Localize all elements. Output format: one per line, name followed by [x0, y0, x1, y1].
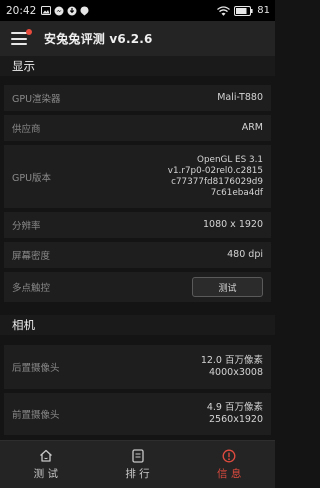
app-title: 安兔兔评测 v6.2.6 [44, 32, 153, 46]
status-time: 20:42 [6, 4, 37, 17]
bottom-nav: 测 试 排 行 信 息 [0, 440, 275, 488]
row-gpu-renderer: GPU渲染器 Mali-T880 [4, 85, 271, 111]
device-info-list[interactable]: 显示 GPU渲染器 Mali-T880 供应商 ARM GPU版本 OpenGL… [0, 56, 275, 440]
nav-item-info[interactable]: 信 息 [183, 441, 275, 488]
document-icon [131, 448, 144, 463]
status-bar: 20:42 81 [0, 0, 275, 21]
row-front-camera: 前置摄像头 4.9 百万像素 2560x1920 [4, 393, 271, 435]
home-icon [39, 449, 53, 463]
row-vendor: 供应商 ARM [4, 115, 271, 141]
menu-icon [11, 32, 27, 34]
wifi-icon [217, 5, 231, 16]
row-label: 前置摄像头 [12, 410, 60, 421]
nav-label: 测 试 [33, 467, 58, 480]
row-value: 4.9 百万像素 2560x1920 [207, 402, 263, 426]
row-multitouch: 多点触控 测试 [4, 272, 271, 302]
value-line: 4.9 百万像素 [206, 402, 263, 413]
row-value: OpenGL ES 3.1 v1.r7p0-02rel0.c2815 c7737… [168, 155, 263, 199]
battery-level: 81 [257, 5, 270, 16]
app-bar: 安兔兔评测 v6.2.6 [0, 21, 275, 56]
section-header-display: 显示 [0, 56, 275, 76]
row-rear-camera: 后置摄像头 12.0 百万像素 4000x3008 [4, 345, 271, 389]
gallery-notification-icon [41, 6, 52, 15]
nav-item-test[interactable]: 测 试 [0, 441, 92, 488]
row-value: ARM [241, 122, 263, 133]
row-gpu-version: GPU版本 OpenGL ES 3.1 v1.r7p0-02rel0.c2815… [4, 145, 271, 208]
value-line: v1.r7p0-02rel0.c2815 [167, 165, 263, 176]
row-screen-density: 屏幕密度 480 dpi [4, 242, 271, 268]
download-notification-icon [67, 6, 77, 16]
value-line: 4000x3008 [209, 367, 263, 378]
row-label: 后置摄像头 [12, 363, 60, 374]
value-line: 2560x1920 [209, 414, 263, 425]
menu-button[interactable] [11, 28, 37, 49]
row-label: GPU渲染器 [12, 94, 61, 105]
value-line: c77377fd8176029d9 [171, 176, 263, 187]
row-label: GPU版本 [12, 172, 52, 184]
value-line: 12.0 百万像素 [200, 355, 263, 366]
nav-label: 信 息 [217, 467, 242, 480]
row-label: 屏幕密度 [12, 251, 51, 262]
info-icon [222, 449, 236, 463]
value-line: 7c61eba4df [210, 187, 263, 198]
section-header-camera: 相机 [0, 315, 275, 335]
notification-dot [26, 28, 32, 35]
row-value: Mali-T880 [217, 92, 263, 103]
row-label: 分辨率 [12, 221, 41, 232]
row-value: 12.0 百万像素 4000x3008 [201, 355, 263, 379]
app-notification-icon [80, 6, 89, 16]
nav-label: 排 行 [125, 467, 150, 480]
multitouch-test-button[interactable]: 测试 [192, 277, 263, 297]
row-value: 480 dpi [227, 249, 263, 260]
nav-item-ranking[interactable]: 排 行 [92, 441, 184, 488]
row-label: 多点触控 [12, 283, 51, 294]
row-value: 1080 x 1920 [202, 219, 263, 230]
row-label: 供应商 [12, 124, 41, 135]
battery-icon [234, 5, 253, 16]
row-resolution: 分辨率 1080 x 1920 [4, 212, 271, 238]
value-line: OpenGL ES 3.1 [197, 154, 263, 165]
messenger-notification-icon [54, 6, 64, 16]
